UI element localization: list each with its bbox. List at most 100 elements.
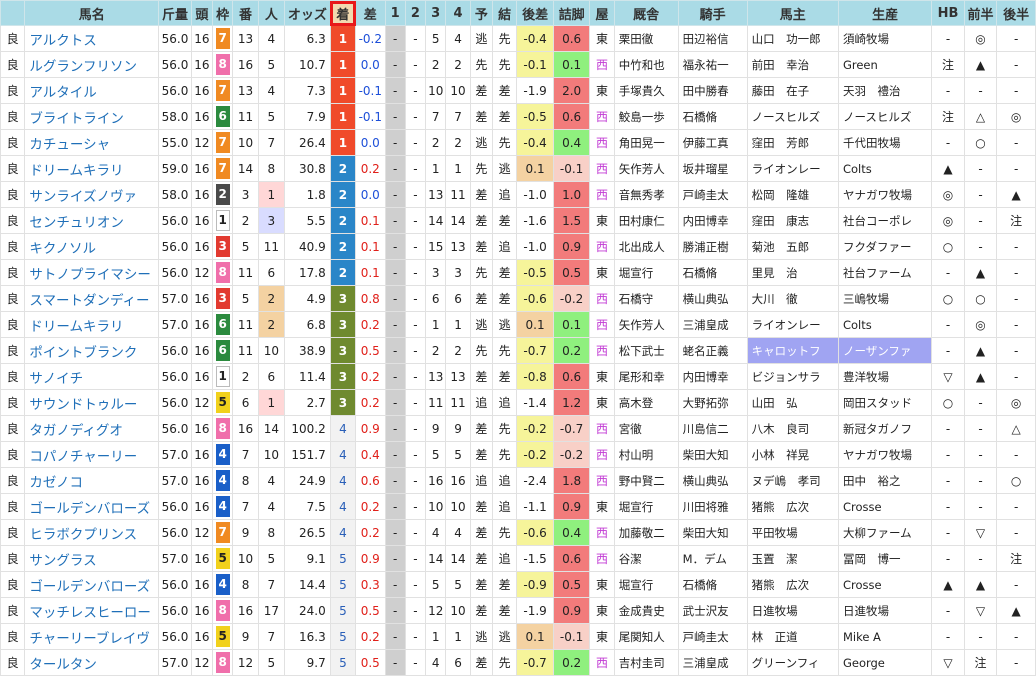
horse-name-link[interactable]: キクノソル [24,233,160,260]
horse-name-link[interactable]: ヒラボクプリンス [24,519,160,546]
header-breeder[interactable]: 生産 [837,0,933,26]
table-row[interactable]: 良アルタイル 56.0 16 7 13 4 7.3 1 -0.1- -10 10 差差 -1.9 2.0 東… [0,77,1036,104]
header-jockey[interactable]: 騎手 [677,0,748,26]
header-corner-2[interactable]: 2 [404,0,427,26]
header-owner[interactable]: 馬主 [746,0,839,26]
owner-name: 日進牧場 [746,597,839,624]
table-row[interactable]: 良ルグランフリソン 56.0 16 8 16 5 10.7 1 0.0- -2 2 先先 -0.1 0.1… [0,51,1036,78]
table-row[interactable]: 良チャーリーブレイヴ 56.0 16 5 9 7 16.3 5 0.2- -1 1 逃逃 0.1 -0.1… [0,623,1036,650]
table-row[interactable]: 良サトノプライマシー 56.0 12 8 11 6 17.8 2 0.1- -3 3 先差 -0.5 0.… [0,259,1036,286]
table-row[interactable]: 良ドリームキラリ 59.0 16 7 14 8 30.8 2 0.2- -1 1 先逃 0.1 -0.1 西… [0,155,1036,182]
horse-name-link[interactable]: タガノディグオ [24,415,160,442]
finish-position: 3 [329,363,357,390]
table-row[interactable]: 良カゼノコ 57.0 16 4 8 4 24.9 4 0.6- -16 16 追追 -2.4 1.8 西野中… [0,467,1036,494]
weight: 56.0 [158,337,192,364]
table-row[interactable]: 良サノイチ 56.0 16 1 2 6 11.4 3 0.2- -13 13 差差 -0.8 0.6 東尾形… [0,363,1036,390]
owner-name: 里見 治 [746,259,839,286]
table-row[interactable]: 良ゴールデンバローズ 56.0 16 4 8 7 14.4 5 0.3- -5 5 差差 -0.9 0.5… [0,571,1036,598]
header-closing[interactable]: 詰脚 [552,0,591,26]
hb-mark: - [931,545,965,572]
horse-name-link[interactable]: タールタン [24,649,160,676]
horse-name-link[interactable]: カゼノコ [24,467,160,494]
header-ground[interactable] [0,0,26,26]
header-number[interactable]: 番 [232,0,259,26]
horse-name-link[interactable]: ブライトライン [24,103,160,130]
table-row[interactable]: 良タールタン 57.0 12 8 12 5 9.7 5 0.5- -4 6 差先 -0.7 0.2 西吉村圭… [0,649,1036,676]
header-diff[interactable]: 差 [355,0,386,26]
horse-name-link[interactable]: ドリームキラリ [24,311,160,338]
horse-name-link[interactable]: サングラス [24,545,160,572]
header-heads[interactable]: 頭 [190,0,214,26]
table-row[interactable]: 良センチュリオン 56.0 16 1 2 3 5.5 2 0.1- -14 14 差差 -1.6 1.5 東… [0,207,1036,234]
table-row[interactable]: 良ヒラボクプリンス 56.0 12 7 9 8 26.5 4 0.2- -4 4 差先 -0.6 0.4 西… [0,519,1036,546]
jockey-name: 戸崎圭太 [677,181,748,208]
horse-name-link[interactable]: チャーリーブレイヴ [24,623,160,650]
horse-name-link[interactable]: アルタイル [24,77,160,104]
header-horse-name[interactable]: 馬名 [24,0,160,26]
table-row[interactable]: 良サンライズノヴァ 58.0 16 2 3 1 1.8 2 0.0- -13 11 差追 -1.0 1.0… [0,181,1036,208]
horse-name-link[interactable]: サウンドトゥルー [24,389,160,416]
horse-name-link[interactable]: サンライズノヴァ [24,181,160,208]
horse-name-link[interactable]: ゴールデンバローズ [24,571,160,598]
table-row[interactable]: 良ポイントブランク 56.0 16 6 11 10 38.9 3 0.5- -2 2 先先 -0.7 0.… [0,337,1036,364]
horse-name-link[interactable]: センチュリオン [24,207,160,234]
popularity: 10 [257,441,286,468]
table-row[interactable]: 良タガノディグオ 56.0 16 8 16 14 100.2 4 0.9- -9 9 差先 -0.2 -0… [0,415,1036,442]
last-diff: -0.9 [516,571,554,598]
table-row[interactable]: 良カチューシャ 55.0 12 7 10 7 26.4 1 0.0- -2 2 逃先 -0.4 0.4 西角… [0,129,1036,156]
table-row[interactable]: 良サングラス 57.0 16 5 10 5 9.1 5 0.9- -14 14 差追 -1.5 0.6 西谷… [0,545,1036,572]
horse-name-link[interactable]: マッチレスヒーロー [24,597,160,624]
header-last-diff[interactable]: 後差 [516,0,554,26]
trainer-name: 北出成人 [613,233,679,260]
horse-name-link[interactable]: ドリームキラリ [24,155,160,182]
horse-name-link[interactable]: サノイチ [24,363,160,390]
table-row[interactable]: 良ドリームキラリ 57.0 16 6 11 2 6.8 3 0.2- -1 1 逃逃 0.1 0.1 西矢作… [0,311,1036,338]
field-size: 16 [190,233,214,260]
header-hb[interactable]: HB [931,0,965,26]
horse-name-link[interactable]: ポイントブランク [24,337,160,364]
horse-name-link[interactable]: ルグランフリソン [24,51,160,78]
table-row[interactable]: 良スマートダンディー 57.0 16 3 5 2 4.9 3 0.8- -6 6 差差 -0.6 -0.2… [0,285,1036,312]
header-finish-sorted[interactable]: 着 [329,0,357,26]
header-stable-region[interactable]: 屋 [589,0,615,26]
header-corner-3[interactable]: 3 [425,0,447,26]
horse-name-link[interactable]: コパノチャーリー [24,441,160,468]
jockey-name: 川島信二 [677,415,748,442]
stable-region: 西 [589,103,615,130]
header-weight[interactable]: 斤量 [158,0,192,26]
header-popularity[interactable]: 人 [257,0,286,26]
header-gate[interactable]: 枠 [212,0,234,26]
header-corner-1[interactable]: 1 [384,0,406,26]
last-diff: -0.7 [516,649,554,676]
horse-name-link[interactable]: アルクトス [24,25,160,52]
weight: 56.0 [158,519,192,546]
horse-name-link[interactable]: スマートダンディー [24,285,160,312]
gate-cell: 5 [212,623,234,650]
header-first-half[interactable]: 前半 [963,0,998,26]
header-odds[interactable]: オッズ [284,0,331,26]
corner-1: - [384,259,406,286]
table-row[interactable]: 良アルクトス 56.0 16 7 13 4 6.3 1 -0.2- -5 4 逃先 -0.4 0.6 東栗田… [0,25,1036,52]
first-half-mark: ○ [963,129,998,156]
table-row[interactable]: 良ブライトライン 58.0 16 6 11 5 7.9 1 -0.1- -7 7 差差 -0.5 0.6 西… [0,103,1036,130]
header-corner-4[interactable]: 4 [445,0,471,26]
header-predicted-style[interactable]: 予 [469,0,494,26]
header-trainer[interactable]: 厩舎 [613,0,679,26]
table-row[interactable]: 良キクノソル 56.0 16 3 5 11 40.9 2 0.1- -15 13 差追 -1.0 0.9 西… [0,233,1036,260]
stable-region: 東 [589,597,615,624]
owner-name: 林 正道 [746,623,839,650]
weight: 58.0 [158,181,192,208]
table-row[interactable]: 良サウンドトゥルー 56.0 12 5 6 1 2.7 3 0.2- -11 11 追追 -1.4 1.2… [0,389,1036,416]
header-second-half[interactable]: 後半 [996,0,1036,26]
corner-4: 13 [445,233,471,260]
popularity: 17 [257,597,286,624]
second-half-mark: - [996,519,1036,546]
horse-name-link[interactable]: ゴールデンバローズ [24,493,160,520]
header-result-style[interactable]: 結 [491,0,518,26]
table-row[interactable]: 良コパノチャーリー 57.0 16 4 7 10 151.7 4 0.4- -5 5 差先 -0.2 -0… [0,441,1036,468]
table-row[interactable]: 良ゴールデンバローズ 56.0 16 4 7 4 7.5 4 0.2- -10 10 差追 -1.1 0.… [0,493,1036,520]
horse-name-link[interactable]: カチューシャ [24,129,160,156]
table-row[interactable]: 良マッチレスヒーロー 56.0 16 8 16 17 24.0 5 0.5- -12 10 差差 -1.… [0,597,1036,624]
horse-name-link[interactable]: サトノプライマシー [24,259,160,286]
trainer-name: 中竹和也 [613,51,679,78]
